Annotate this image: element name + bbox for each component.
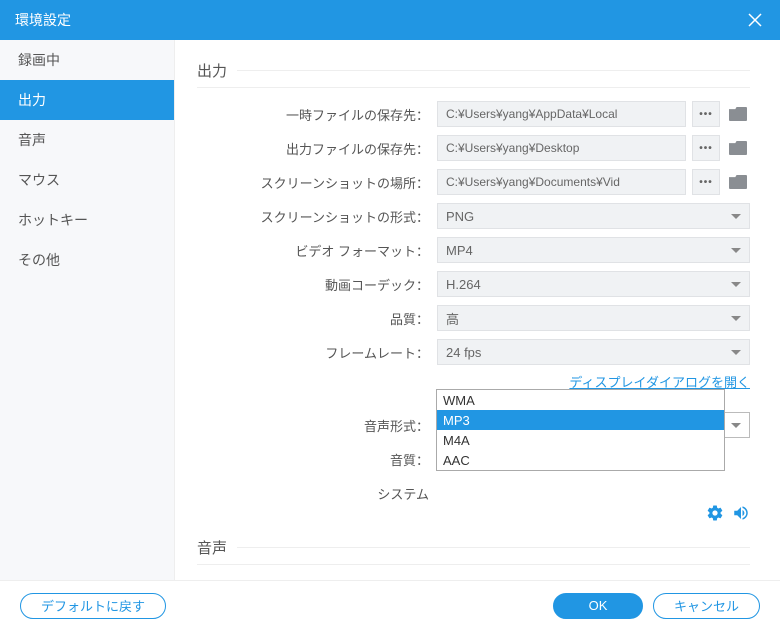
framerate-dropdown[interactable]: 24 fps <box>437 339 750 365</box>
sidebar-item-label: その他 <box>18 250 60 270</box>
screenshot-path-field[interactable]: C:¥Users¥yang¥Documents¥Vid <box>437 169 686 195</box>
ok-button[interactable]: OK <box>553 593 643 619</box>
section-title-audio: 音声 <box>197 537 750 565</box>
screenshot-format-dropdown[interactable]: PNG <box>437 203 750 229</box>
sidebar-item-mouse[interactable]: マウス <box>0 160 174 200</box>
content-pane: 出力 一時ファイルの保存先： C:¥Users¥yang¥AppData¥Loc… <box>175 40 780 580</box>
dropdown-option-mp3[interactable]: MP3 <box>437 410 724 430</box>
sidebar: 録画中 出力 音声 マウス ホットキー その他 <box>0 40 175 580</box>
cancel-button[interactable]: キャンセル <box>653 593 760 619</box>
folder-icon <box>729 141 747 155</box>
quality-dropdown[interactable]: 高 <box>437 305 750 331</box>
video-codec-dropdown[interactable]: H.264 <box>437 271 750 297</box>
label-screenshot-format: スクリーンショットの形式： <box>197 207 437 226</box>
sidebar-item-hotkey[interactable]: ホットキー <box>0 200 174 240</box>
sidebar-item-recording[interactable]: 録画中 <box>0 40 174 80</box>
close-button[interactable] <box>745 10 765 30</box>
sidebar-item-label: ホットキー <box>18 210 88 230</box>
label-video-format: ビデオ フォーマット： <box>197 241 437 260</box>
chevron-down-icon <box>731 423 741 428</box>
dropdown-value: 24 fps <box>446 345 481 360</box>
folder-icon <box>729 107 747 121</box>
sidebar-item-label: 録画中 <box>18 50 60 70</box>
dropdown-option-aac[interactable]: AAC <box>437 450 724 470</box>
sidebar-item-output[interactable]: 出力 <box>0 80 174 120</box>
sidebar-item-label: 出力 <box>18 90 46 110</box>
label-audio-quality: 音質： <box>197 450 437 469</box>
chevron-down-icon <box>731 248 741 253</box>
open-screenshot-folder-button[interactable] <box>726 171 750 193</box>
browse-output-path-button[interactable]: ••• <box>692 135 720 161</box>
output-path-field[interactable]: C:¥Users¥yang¥Desktop <box>437 135 686 161</box>
dropdown-value: H.264 <box>446 277 481 292</box>
browse-temp-path-button[interactable]: ••• <box>692 101 720 127</box>
label-output-path: 出力ファイルの保存先： <box>197 139 437 158</box>
section-title-output: 出力 <box>197 60 750 88</box>
open-temp-folder-button[interactable] <box>726 103 750 125</box>
sidebar-item-other[interactable]: その他 <box>0 240 174 280</box>
label-quality: 品質： <box>197 309 437 328</box>
chevron-down-icon <box>731 282 741 287</box>
folder-icon <box>729 175 747 189</box>
dropdown-value: 高 <box>446 309 459 328</box>
close-icon <box>748 13 762 27</box>
label-screenshot-path: スクリーンショットの場所： <box>197 173 437 192</box>
footer: デフォルトに戻す OK キャンセル <box>0 580 780 630</box>
default-button[interactable]: デフォルトに戻す <box>20 593 166 619</box>
speaker-icon[interactable] <box>732 504 750 520</box>
browse-screenshot-path-button[interactable]: ••• <box>692 169 720 195</box>
video-format-dropdown[interactable]: MP4 <box>437 237 750 263</box>
label-video-codec: 動画コーデック： <box>197 275 437 294</box>
label-system: システム <box>197 484 437 503</box>
audio-format-dropdown-menu: WMA MP3 M4A AAC <box>436 389 725 471</box>
sidebar-item-label: マウス <box>18 170 60 190</box>
chevron-down-icon <box>731 316 741 321</box>
title-bar: 環境設定 <box>0 0 780 40</box>
dropdown-option-wma[interactable]: WMA <box>437 390 724 410</box>
chevron-down-icon <box>731 214 741 219</box>
dropdown-value: MP4 <box>446 243 473 258</box>
label-temp-path: 一時ファイルの保存先： <box>197 105 437 124</box>
chevron-down-icon <box>731 350 741 355</box>
dropdown-option-m4a[interactable]: M4A <box>437 430 724 450</box>
speaker-settings-icon[interactable] <box>706 504 724 520</box>
temp-path-field[interactable]: C:¥Users¥yang¥AppData¥Local <box>437 101 686 127</box>
label-framerate: フレームレート： <box>197 343 437 362</box>
sidebar-item-audio[interactable]: 音声 <box>0 120 174 160</box>
window-title: 環境設定 <box>15 10 71 30</box>
dropdown-value: PNG <box>446 209 474 224</box>
sidebar-item-label: 音声 <box>18 130 46 150</box>
open-output-folder-button[interactable] <box>726 137 750 159</box>
label-audio-format: 音声形式： <box>197 416 437 435</box>
